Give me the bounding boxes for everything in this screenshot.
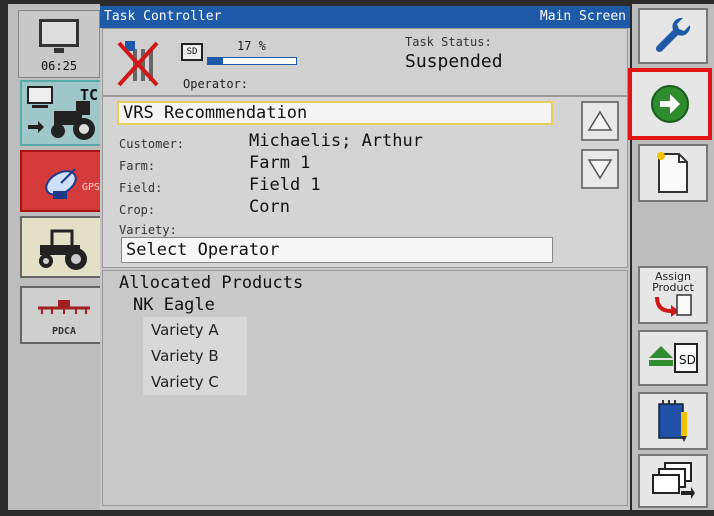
customer-label: Customer: xyxy=(119,137,185,151)
crop-label: Crop: xyxy=(119,203,156,217)
new-document-icon xyxy=(657,152,688,193)
pdca-label: PDCA xyxy=(51,326,77,337)
triangle-down-icon xyxy=(587,159,613,180)
progress-bar xyxy=(207,57,297,65)
sprayer-boom-icon xyxy=(38,300,90,314)
task-status-value: Suspended xyxy=(405,51,503,72)
allocated-products-panel: Allocated Products NK Eagle Variety A Va… xyxy=(102,270,628,506)
task-status-label: Task Status: xyxy=(405,35,492,49)
task-controller-button[interactable]: TC xyxy=(20,80,108,146)
main-content: SD 17 % Operator: Task Status: Suspended… xyxy=(100,28,630,510)
product-rack-disabled-icon xyxy=(117,41,159,87)
notepad-pencil-icon xyxy=(658,400,687,442)
customer-value: Michaelis; Arthur xyxy=(249,131,423,151)
assign-arrow-document-icon xyxy=(655,294,692,317)
recommendation-title[interactable]: VRS Recommendation xyxy=(117,101,553,125)
sd-text: SD xyxy=(679,353,696,367)
gps-button[interactable]: GPS xyxy=(20,150,108,212)
sd-card-button[interactable]: SD xyxy=(638,330,708,386)
title-bar: Task Controller Main Screen xyxy=(100,6,630,28)
left-sidebar: 06:25 TC GPS PDCA xyxy=(8,4,108,510)
monitor-icon xyxy=(39,19,79,53)
triangle-up-icon xyxy=(587,110,613,131)
sd-card-icon: SD xyxy=(181,43,203,61)
next-button[interactable] xyxy=(628,68,712,140)
wrench-icon xyxy=(655,17,691,53)
clock-time: 06:25 xyxy=(40,59,78,73)
list-item[interactable]: Variety B xyxy=(151,347,219,365)
recommendation-panel: VRS Recommendation Customer: Michaelis; … xyxy=(102,96,628,268)
field-label: Field: xyxy=(119,181,163,195)
product-label: Product xyxy=(652,281,694,294)
farm-value: Farm 1 xyxy=(249,153,311,173)
variety-label: Variety: xyxy=(119,223,177,237)
scroll-down-button[interactable] xyxy=(581,149,619,189)
settings-button[interactable] xyxy=(638,8,708,64)
list-item[interactable]: Variety C xyxy=(151,373,219,391)
pdca-button[interactable]: PDCA xyxy=(20,286,108,344)
status-panel: SD 17 % Operator: Task Status: Suspended xyxy=(102,28,628,96)
clock-panel: 06:25 xyxy=(18,10,100,78)
product-name[interactable]: NK Eagle xyxy=(133,295,215,315)
new-task-button[interactable] xyxy=(638,144,708,202)
field-value: Field 1 xyxy=(249,175,321,195)
notes-button[interactable] xyxy=(638,392,708,450)
tractor-icon xyxy=(39,229,87,270)
allocated-products-title: Allocated Products xyxy=(119,273,304,293)
tractor-button[interactable] xyxy=(20,216,108,278)
list-item[interactable]: Variety A xyxy=(151,321,219,339)
tc-label: TC xyxy=(79,86,98,104)
screen-name: Main Screen xyxy=(539,9,626,24)
arrow-right-circle-icon xyxy=(651,85,689,123)
eject-sd-icon: SD xyxy=(649,343,698,373)
farm-label: Farm: xyxy=(119,159,156,173)
select-operator-field[interactable]: Select Operator xyxy=(121,237,553,263)
scroll-up-button[interactable] xyxy=(581,101,619,141)
satellite-dish-icon xyxy=(45,168,77,199)
progress-fill xyxy=(208,58,223,64)
variety-list: Variety A Variety B Variety C xyxy=(143,317,247,395)
app-title: Task Controller xyxy=(104,9,222,24)
copy-screens-button[interactable] xyxy=(638,454,708,508)
operator-label: Operator: xyxy=(183,77,249,91)
stacked-windows-icon xyxy=(652,462,695,499)
assign-product-button[interactable]: Assign Product xyxy=(638,266,708,324)
progress-percent: 17 % xyxy=(237,39,266,53)
gps-label: GPS xyxy=(81,182,100,193)
crop-value: Corn xyxy=(249,197,290,217)
